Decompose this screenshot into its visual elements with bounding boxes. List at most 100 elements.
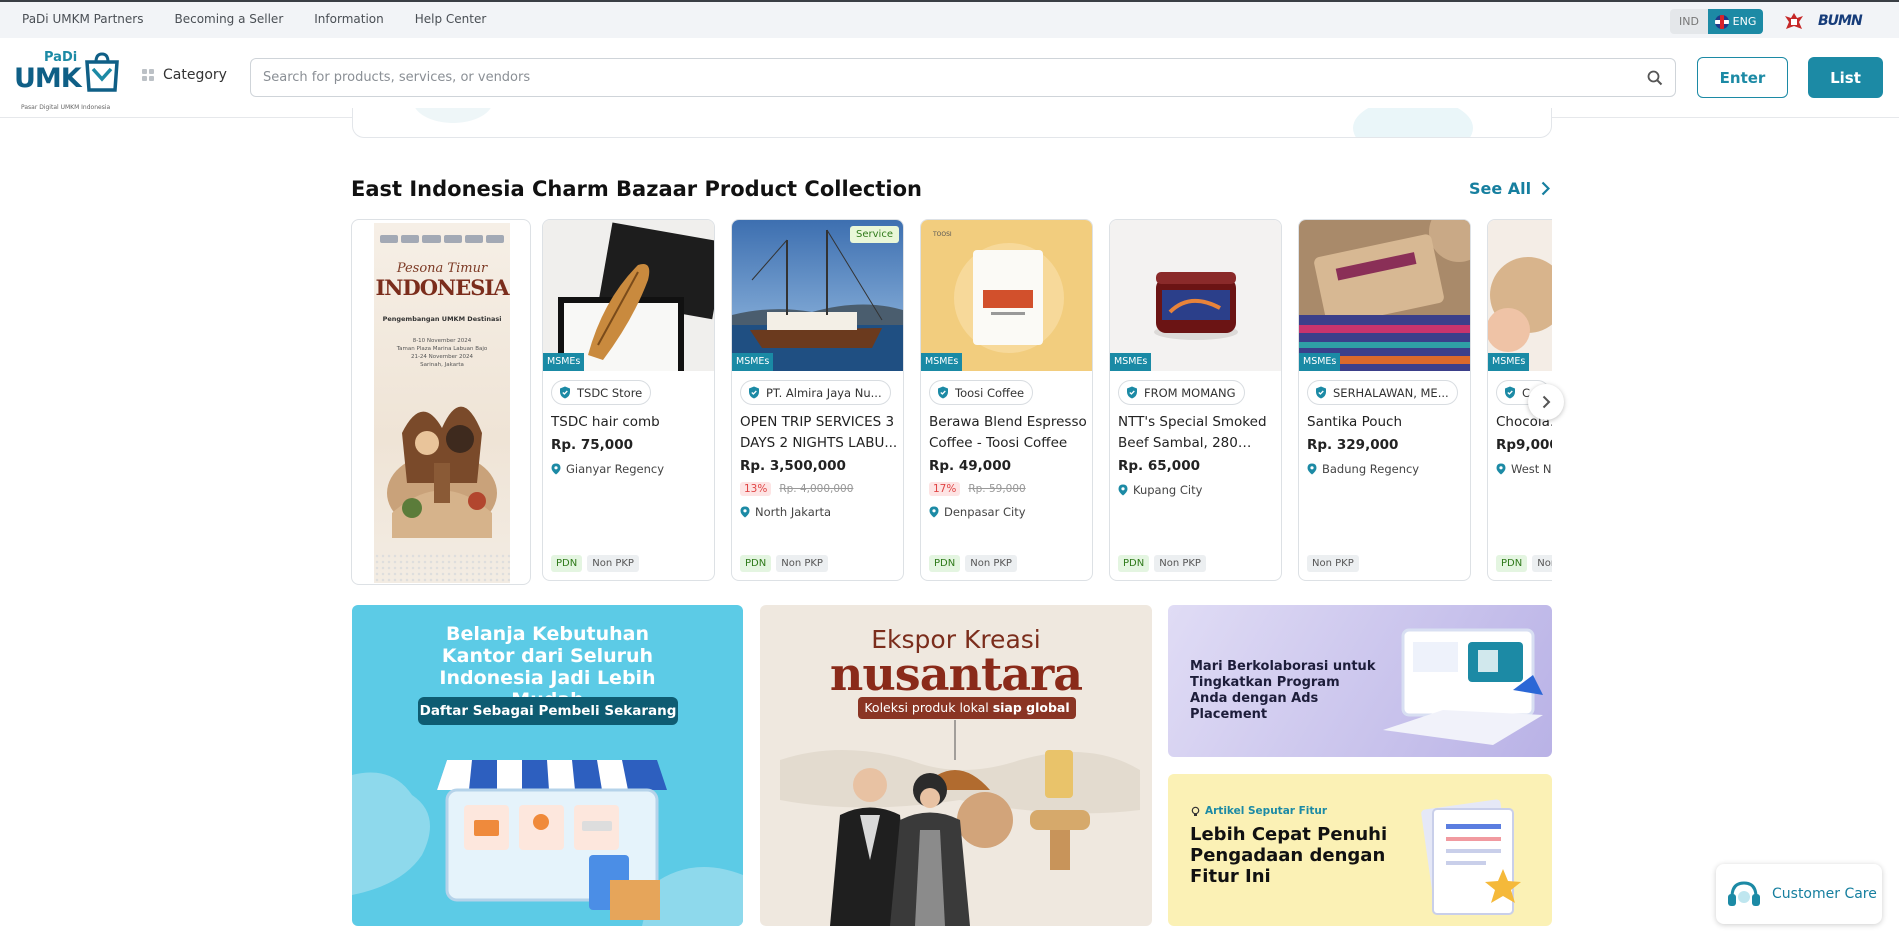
tag-list: PDN Non PKP <box>1118 555 1206 572</box>
product-card[interactable]: MSMEs SERHALAWAN, ME... Santika Pouch Rp… <box>1298 219 1471 581</box>
poster-line3: Pengembangan UMKM Destinasi <box>382 315 502 323</box>
pdn-tag: PDN <box>551 555 583 572</box>
tag-list: PDN Non PKP <box>1496 555 1552 572</box>
link-information[interactable]: Information <box>314 12 383 26</box>
location-pin-icon <box>1496 463 1506 475</box>
logo-tagline: Pasar Digital UMKM Indonesia <box>21 104 111 111</box>
banner-beige-cta: Koleksi produk lokal siap global <box>858 697 1076 719</box>
product-name[interactable]: TSDC hair comb <box>551 412 709 433</box>
seller-chip[interactable]: Toosi Coffee <box>929 380 1034 405</box>
sponsor-logos <box>380 235 505 243</box>
non-pkp-tag: Non PKP <box>1307 555 1359 572</box>
location-text: Denpasar City <box>944 505 1026 519</box>
product-card[interactable]: MSMEs FROM MOMANG NTT's Special Smoked B… <box>1109 219 1282 581</box>
product-image: MSMEs <box>543 220 714 371</box>
seller-name: FROM MOMANG <box>1144 385 1236 400</box>
garuda-logo-icon <box>1785 13 1803 29</box>
feature-article-banner[interactable]: Artikel Seputar Fitur Lebih Cepat Penuhi… <box>1168 774 1552 926</box>
product-price: Rp9,000 <box>1496 437 1552 453</box>
seller-chip[interactable]: FROM MOMANG <box>1118 380 1245 405</box>
tag-list: PDN Non PKP <box>740 555 828 572</box>
category-button[interactable]: Category <box>142 67 227 83</box>
verified-shield-icon <box>1127 386 1137 399</box>
msme-badge: MSMEs <box>1110 353 1152 371</box>
pdn-tag: PDN <box>1496 555 1528 572</box>
product-location: Kupang City <box>1118 483 1202 497</box>
non-pkp-tag: Non PKP <box>1532 555 1552 572</box>
product-location: West N... <box>1496 462 1552 476</box>
non-pkp-tag: Non PKP <box>965 555 1017 572</box>
banner-blue-cta[interactable]: Daftar Sebagai Pembeli Sekarang <box>418 697 678 725</box>
promo-poster-card[interactable]: Pesona Timur INDONESIA Pengembangan UMKM… <box>351 219 531 585</box>
discount-badge: 17% <box>929 482 961 496</box>
svg-text:TOOSI: TOOSI <box>932 231 952 238</box>
top-links: PaDi UMKM Partners Becoming a Seller Inf… <box>22 12 486 26</box>
poster-line4: 8-10 November 2024 <box>412 338 472 344</box>
seller-chip[interactable]: TSDC Store <box>551 380 652 405</box>
chevron-right-icon <box>1541 181 1551 196</box>
lang-eng-button[interactable]: ENG <box>1708 9 1763 34</box>
banner-document-illustration <box>1421 799 1521 915</box>
enter-button[interactable]: Enter <box>1697 57 1788 98</box>
product-card[interactable]: TOOSI MSMEs Toosi Coffee Berawa Blend Es… <box>920 219 1093 581</box>
customer-care-button[interactable]: Customer Care <box>1716 864 1882 924</box>
link-becoming-seller[interactable]: Becoming a Seller <box>174 12 283 26</box>
product-price: Rp. 329,000 <box>1307 437 1399 453</box>
pdn-tag: PDN <box>740 555 772 572</box>
poster-line6: 21-24 November 2024 <box>410 354 474 360</box>
padi-umkm-logo[interactable]: PaDi UMK Pasar Digital UMKM Indonesia <box>14 50 119 111</box>
product-price: Rp. 65,000 <box>1118 458 1200 474</box>
link-partners[interactable]: PaDi UMKM Partners <box>22 12 143 26</box>
product-card[interactable]: MSMEs Service PT. Almira Jaya Nu... OPEN… <box>731 219 904 581</box>
list-button[interactable]: List <box>1808 57 1883 98</box>
product-price: Rp. 3,500,000 <box>740 458 846 474</box>
seller-name: SERHALAWAN, ME... <box>1333 385 1449 400</box>
discount-row: 13% Rp. 4,000,000 <box>740 482 853 496</box>
lang-ind-button[interactable]: IND <box>1670 9 1708 34</box>
location-pin-icon <box>1307 463 1317 475</box>
seller-name: TSDC Store <box>577 385 643 400</box>
verified-shield-icon <box>749 386 759 399</box>
location-text: Badung Regency <box>1322 462 1420 476</box>
poster-illustration <box>387 406 497 538</box>
language-switch: IND ENG <box>1670 9 1763 34</box>
seller-chip[interactable]: PT. Almira Jaya Nu... <box>740 380 891 405</box>
search-icon[interactable] <box>1635 60 1675 96</box>
product-name[interactable]: NTT's Special Smoked Beef Sambal, 280 gr… <box>1118 412 1276 454</box>
msme-badge: MSMEs <box>1299 353 1341 371</box>
seller-chip[interactable]: SERHALAWAN, ME... <box>1307 380 1458 405</box>
location-text: Gianyar Regency <box>566 462 665 476</box>
banner-purple-title: Mari Berkolaborasi untuk Tingkatkan Prog… <box>1190 659 1376 722</box>
link-help-center[interactable]: Help Center <box>415 12 487 26</box>
product-image: MSMEs <box>1299 220 1470 371</box>
poster-line5: Taman Plaza Marina Labuan Bajo <box>396 346 488 352</box>
banner-yellow-kicker: Artikel Seputar Fitur <box>1190 805 1327 817</box>
search-input[interactable] <box>251 59 1635 96</box>
carousel-next-button[interactable] <box>1528 384 1564 420</box>
product-image: MSMEs Service <box>732 220 903 371</box>
ads-placement-banner[interactable]: Mari Berkolaborasi untuk Tingkatkan Prog… <box>1168 605 1552 757</box>
ekspor-kreasi-banner[interactable]: Ekspor Kreasi nusantara Koleksi produk l… <box>760 605 1152 926</box>
non-pkp-tag: Non PKP <box>587 555 639 572</box>
location-pin-icon <box>1118 484 1128 496</box>
product-price: Rp. 49,000 <box>929 458 1011 474</box>
product-name[interactable]: Santika Pouch <box>1307 412 1465 433</box>
see-all-link[interactable]: See All <box>1469 179 1551 198</box>
section-title: East Indonesia Charm Bazaar Product Coll… <box>351 177 922 201</box>
poster-line2: INDONESIA <box>375 275 509 300</box>
location-text: Kupang City <box>1133 483 1203 497</box>
banner-beige-title2: nusantara <box>829 647 1083 701</box>
product-name[interactable]: Berawa Blend Espresso Coffee - Toosi Cof… <box>929 412 1087 454</box>
product-name[interactable]: OPEN TRIP SERVICES 3 DAYS 2 NIGHTS LABU.… <box>740 412 898 454</box>
product-card[interactable]: MSMEs TSDC Store TSDC hair comb Rp. 75,0… <box>542 219 715 581</box>
category-label: Category <box>163 67 227 83</box>
product-carousel: Pesona Timur INDONESIA Pengembangan UMKM… <box>351 219 1552 585</box>
non-pkp-tag: Non PKP <box>776 555 828 572</box>
tag-list: PDN Non PKP <box>929 555 1017 572</box>
original-price: Rp. 4,000,000 <box>779 483 854 495</box>
main-header: PaDi UMK Pasar Digital UMKM Indonesia Ca… <box>0 38 1899 118</box>
buyer-register-banner[interactable]: Belanja Kebutuhan Kantor dari Seluruh In… <box>352 605 743 926</box>
msme-badge: MSMEs <box>732 353 774 371</box>
verified-shield-icon <box>1316 386 1326 399</box>
bulb-icon <box>1191 806 1200 816</box>
